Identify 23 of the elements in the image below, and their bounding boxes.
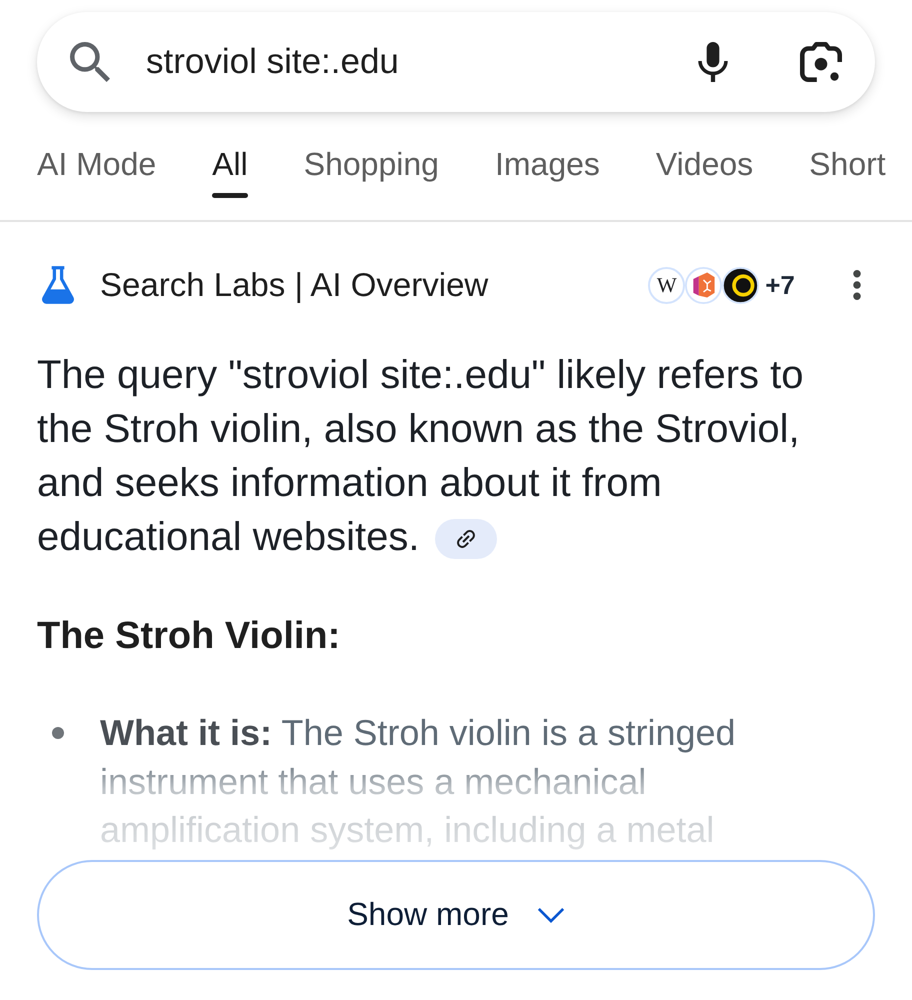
bullet-icon xyxy=(52,727,64,739)
ring-icon[interactable] xyxy=(722,266,760,304)
search-field[interactable]: stroviol site:.edu xyxy=(146,39,674,85)
more-options-icon[interactable] xyxy=(853,270,861,300)
tab[interactable]: Videos xyxy=(656,140,754,198)
overview-title: Search Labs | AI Overview xyxy=(100,266,488,304)
tab[interactable]: Short xyxy=(809,140,886,198)
letter-avatar[interactable]: W xyxy=(648,266,686,304)
mic-icon[interactable] xyxy=(698,42,728,82)
link-button[interactable] xyxy=(435,519,498,560)
camera-icon[interactable] xyxy=(800,42,842,82)
chevron-down-icon xyxy=(536,906,565,922)
tab[interactable]: Images xyxy=(494,140,600,198)
search-icon[interactable] xyxy=(70,42,110,82)
tab[interactable]: All xyxy=(212,140,248,198)
link-icon xyxy=(455,528,478,550)
flask-icon xyxy=(40,266,76,304)
tab[interactable]: Shopping xyxy=(304,140,439,198)
overview-summary: The query "stroviol site:.edu" likely refers to the Stroh violin, also known as the Stroviol, and seeks information about it from educational websites. xyxy=(37,352,804,562)
section-heading: The Stroh Violin: xyxy=(37,614,340,658)
show-more-button[interactable]: Show more xyxy=(37,860,875,970)
source-count[interactable]: +7 xyxy=(765,270,795,300)
tab[interactable]: AI Mode xyxy=(37,140,156,198)
